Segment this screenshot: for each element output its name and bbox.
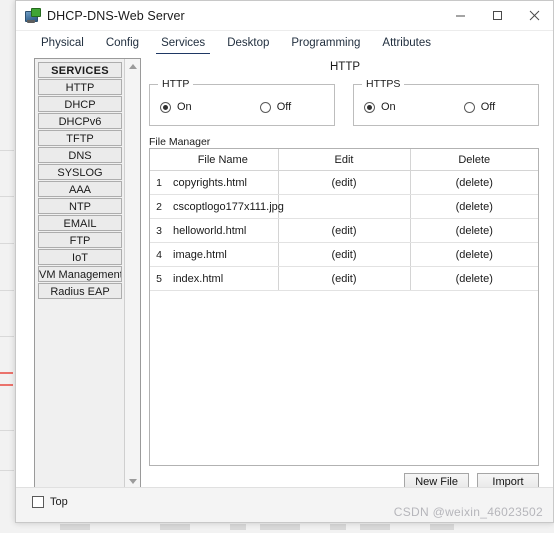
row-index: 1	[150, 170, 168, 195]
window-controls	[442, 1, 553, 30]
https-group: HTTPS On Off	[353, 78, 539, 126]
scroll-up-arrow-icon[interactable]	[125, 59, 140, 74]
checkbox-box-icon	[32, 496, 44, 508]
file-name-cell: helloworld.html	[168, 218, 279, 243]
sidebar-item-aaa[interactable]: AAA	[38, 181, 122, 197]
tab-label: Desktop	[227, 37, 270, 49]
maximize-icon[interactable]	[479, 1, 516, 30]
tab-label: Attributes	[382, 37, 431, 49]
device-config-window: DHCP-DNS-Web Server Physical Config Serv…	[15, 0, 554, 523]
server-device-icon	[24, 7, 41, 24]
sidebar-item-syslog[interactable]: SYSLOG	[38, 164, 122, 180]
table-row: 4 image.html (edit) (delete)	[150, 242, 538, 267]
sidebar-item-ftp[interactable]: FTP	[38, 232, 122, 248]
table-row: 2 cscoptlogo177x111.jpg (delete)	[150, 194, 538, 219]
file-table: File Name Edit Delete 1 copyrights.html …	[150, 149, 538, 291]
sidebar-item-tftp[interactable]: TFTP	[38, 130, 122, 146]
sidebar-item-dhcpv6[interactable]: DHCPv6	[38, 113, 122, 129]
column-header-edit: Edit	[278, 149, 411, 171]
close-icon[interactable]	[516, 1, 553, 30]
status-bar: Top CSDN @weixin_46023502	[16, 487, 553, 522]
column-header-index	[150, 149, 168, 171]
table-header-row: File Name Edit Delete	[150, 149, 538, 171]
tab-attributes[interactable]: Attributes	[371, 31, 442, 55]
row-index: 2	[150, 194, 168, 219]
file-manager-label: File Manager	[149, 136, 211, 148]
http-group: HTTP On Off	[149, 78, 335, 126]
http-off-radio[interactable]: Off	[259, 101, 292, 113]
tab-label: Programming	[291, 37, 361, 49]
delete-link[interactable]: (delete)	[410, 242, 538, 267]
top-checkbox-label: Top	[50, 496, 68, 508]
delete-link[interactable]: (delete)	[410, 266, 538, 291]
tab-label: Config	[105, 37, 140, 49]
services-sidebar: SERVICES HTTP DHCP DHCPv6 TFTP DNS SYSLO…	[34, 58, 141, 490]
table-row: 5 index.html (edit) (delete)	[150, 266, 538, 291]
tab-label: Services	[161, 37, 206, 49]
file-name-cell: copyrights.html	[168, 170, 279, 195]
https-on-radio[interactable]: On	[364, 101, 396, 113]
radio-dot-icon	[463, 101, 475, 113]
minimize-icon[interactable]	[442, 1, 479, 30]
sidebar-item-radius-eap[interactable]: Radius EAP	[38, 283, 122, 299]
radio-dot-icon	[160, 101, 171, 113]
tab-config[interactable]: Config	[95, 31, 150, 55]
window-title: DHCP-DNS-Web Server	[47, 8, 185, 23]
sidebar-item-vm-management[interactable]: VM Management	[38, 266, 122, 282]
radio-dot-icon	[259, 101, 271, 113]
http-on-radio[interactable]: On	[160, 101, 192, 113]
radio-label: Off	[480, 101, 496, 113]
protocol-toggles: HTTP On Off HTTPS On Off	[149, 78, 539, 126]
service-detail-panel: HTTP HTTP On Off HTTPS On Off File Manag…	[147, 54, 543, 522]
sidebar-item-dhcp[interactable]: DHCP	[38, 96, 122, 112]
table-row: 1 copyrights.html (edit) (delete)	[150, 170, 538, 195]
services-list: SERVICES HTTP DHCP DHCPv6 TFTP DNS SYSLO…	[35, 59, 124, 489]
sidebar-scrollbar[interactable]	[124, 59, 140, 489]
https-off-radio[interactable]: Off	[463, 101, 496, 113]
column-header-delete: Delete	[410, 149, 538, 171]
column-header-file-name: File Name	[168, 149, 279, 171]
row-index: 5	[150, 266, 168, 291]
edit-link[interactable]: (edit)	[278, 170, 411, 195]
sidebar-item-http[interactable]: HTTP	[38, 79, 122, 95]
tab-services[interactable]: Services	[150, 31, 216, 55]
delete-link[interactable]: (delete)	[410, 194, 538, 219]
tab-desktop[interactable]: Desktop	[216, 31, 280, 55]
tab-label: Physical	[41, 37, 84, 49]
edit-link[interactable]: (edit)	[278, 266, 411, 291]
table-row: 3 helloworld.html (edit) (delete)	[150, 218, 538, 243]
file-manager-panel: File Name Edit Delete 1 copyrights.html …	[149, 148, 539, 466]
sidebar-item-ntp[interactable]: NTP	[38, 198, 122, 214]
http-group-legend: HTTP	[158, 78, 194, 90]
radio-label: On	[177, 101, 192, 113]
radio-label: Off	[276, 101, 292, 113]
tab-programming[interactable]: Programming	[280, 31, 371, 55]
sidebar-item-services-header: SERVICES	[38, 62, 122, 78]
delete-link[interactable]: (delete)	[410, 170, 538, 195]
top-checkbox[interactable]: Top	[32, 496, 68, 508]
file-name-cell: cscoptlogo177x111.jpg	[168, 194, 284, 219]
sidebar-item-dns[interactable]: DNS	[38, 147, 122, 163]
content-area: SERVICES HTTP DHCP DHCPv6 TFTP DNS SYSLO…	[16, 54, 553, 522]
tab-bar: Physical Config Services Desktop Program…	[16, 31, 553, 55]
file-name-cell: index.html	[168, 266, 279, 291]
delete-link[interactable]: (delete)	[410, 218, 538, 243]
file-name-cell: image.html	[168, 242, 279, 267]
tab-physical[interactable]: Physical	[30, 31, 95, 55]
edit-link[interactable]: (edit)	[278, 218, 411, 243]
watermark: CSDN @weixin_46023502	[393, 505, 543, 519]
radio-dot-icon	[364, 101, 375, 113]
radio-label: On	[381, 101, 396, 113]
title-bar: DHCP-DNS-Web Server	[16, 1, 553, 31]
https-group-legend: HTTPS	[362, 78, 405, 90]
sidebar-item-email[interactable]: EMAIL	[38, 215, 122, 231]
page-title: HTTP	[329, 61, 361, 73]
sidebar-item-iot[interactable]: IoT	[38, 249, 122, 265]
row-index: 4	[150, 242, 168, 267]
edit-link	[278, 194, 411, 219]
edit-link[interactable]: (edit)	[278, 242, 411, 267]
row-index: 3	[150, 218, 168, 243]
